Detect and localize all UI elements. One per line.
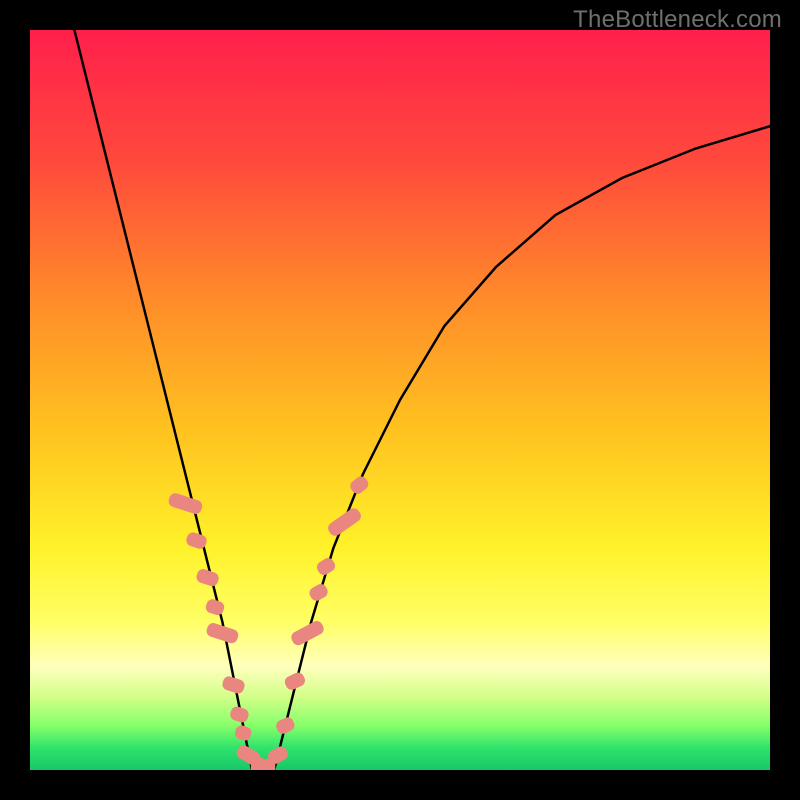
scatter-point [283,671,307,692]
series-group [74,30,770,770]
scatter-point [204,598,225,617]
scatter-point [315,556,338,577]
plot-area [30,30,770,770]
scatter-point [221,675,246,695]
series-left-branch [74,30,252,770]
scatter-point [289,619,326,647]
scatter-point [348,474,371,496]
scatter-point [229,705,250,724]
scatter-point [167,492,204,516]
scatter-point [195,568,220,588]
scatter-point [307,582,330,603]
scatter-point [274,715,296,735]
series-right-branch [274,126,770,770]
chart-frame: TheBottleneck.com [0,0,800,800]
chart-svg [30,30,770,770]
watermark-text: TheBottleneck.com [573,6,782,34]
scatter-point [326,506,364,538]
scatter-point [233,724,253,742]
